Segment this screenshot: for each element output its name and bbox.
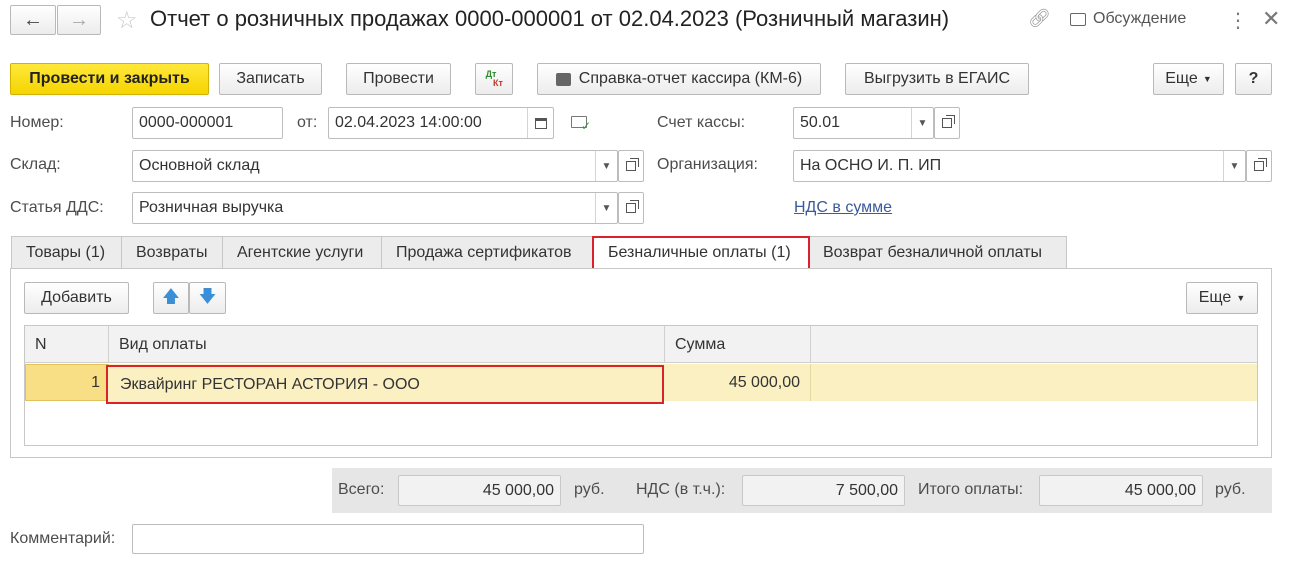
total-value: 45 000,00: [482, 481, 554, 499]
dropdown-arrow-icon[interactable]: ▼: [595, 151, 617, 181]
dds-field[interactable]: Розничная выручка ▼: [132, 192, 618, 224]
tab-certificate-sales[interactable]: Продажа сертификатов: [381, 236, 593, 269]
printer-icon: [555, 72, 571, 86]
tab-goods[interactable]: Товары (1): [11, 236, 122, 269]
payment-total-value: 45 000,00: [1124, 481, 1196, 499]
row-n-cell[interactable]: 1: [25, 364, 109, 401]
dds-label: Статья ДДС:: [10, 199, 104, 216]
tab-cashless-payments[interactable]: Безналичные оплаты (1): [592, 236, 810, 270]
date-value: 02.04.2023 14:00:00: [335, 114, 482, 131]
vat-label: НДС (в т.ч.):: [636, 481, 726, 498]
row-n-value: 1: [91, 373, 100, 391]
star-icon[interactable]: ☆: [116, 6, 138, 35]
dds-value: Розничная выручка: [139, 199, 284, 216]
organization-label: Организация:: [657, 156, 758, 173]
date-field[interactable]: 02.04.2023 14:00:00: [328, 107, 554, 139]
page-title: Отчет о розничных продажах 0000-000001 о…: [150, 6, 950, 31]
cash-account-value: 50.01: [800, 114, 841, 131]
total-field: 45 000,00: [398, 475, 561, 506]
warehouse-field[interactable]: Основной склад ▼: [132, 150, 618, 182]
column-header-amount[interactable]: Сумма: [665, 326, 811, 363]
tab-returns[interactable]: Возвраты: [121, 236, 223, 269]
table-more-button[interactable]: Еще ▼: [1186, 282, 1258, 314]
vat-field: 7 500,00: [742, 475, 905, 506]
arrow-up-icon: 🡅: [162, 286, 180, 306]
post-button[interactable]: Провести: [346, 63, 451, 95]
row-payment-type-cell[interactable]: Эквайринг РЕСТОРАН АСТОРИЯ - ООО: [106, 365, 664, 404]
number-field[interactable]: 0000-000001: [132, 107, 283, 139]
total-unit: руб.: [574, 481, 605, 498]
vat-in-sum-link[interactable]: НДС в сумме: [794, 199, 892, 217]
open-icon: [626, 158, 639, 171]
save-button[interactable]: Записать: [219, 63, 322, 95]
column-header-payment-type[interactable]: Вид оплаты: [109, 326, 665, 363]
post-and-close-button[interactable]: Провести и закрыть: [10, 63, 209, 95]
warehouse-label: Склад:: [10, 156, 61, 173]
forward-button[interactable]: →: [57, 5, 101, 35]
cash-account-label: Счет кассы:: [657, 114, 746, 131]
dropdown-arrow-icon[interactable]: ▼: [595, 193, 617, 223]
chevron-down-icon: ▼: [1236, 293, 1246, 303]
row-amount-cell[interactable]: 45 000,00: [665, 364, 811, 401]
open-icon: [942, 115, 955, 128]
check-icon: ✓: [581, 119, 592, 133]
kebab-menu-icon[interactable]: ⋮: [1228, 8, 1248, 33]
open-icon: [626, 200, 639, 213]
open-dds-button[interactable]: [618, 192, 644, 224]
open-icon: [1254, 158, 1267, 171]
dropdown-arrow-icon[interactable]: ▼: [911, 108, 933, 138]
dt-kt-button[interactable]: Дт Кт: [475, 63, 513, 95]
arrow-down-icon: 🡇: [198, 286, 217, 306]
cashier-report-label: Справка-отчет кассира (КМ-6): [578, 70, 803, 87]
payment-total-label: Итого оплаты:: [918, 481, 1024, 498]
cashier-report-button[interactable]: Справка-отчет кассира (КМ-6): [537, 63, 821, 95]
dropdown-arrow-icon[interactable]: ▼: [1223, 151, 1245, 181]
add-button[interactable]: Добавить: [24, 282, 129, 314]
more-label: Еще: [1165, 70, 1198, 87]
help-button[interactable]: ?: [1235, 63, 1272, 95]
link-icon[interactable]: 🔗︎: [1028, 8, 1051, 29]
organization-value: На ОСНО И. П. ИП: [800, 157, 942, 174]
number-value: 0000-000001: [139, 114, 234, 131]
tab-agent-services[interactable]: Агентские услуги: [222, 236, 382, 269]
payment-total-field: 45 000,00: [1039, 475, 1203, 506]
close-icon[interactable]: ✕: [1262, 6, 1280, 32]
calendar-icon[interactable]: [527, 108, 553, 138]
discussion-button[interactable]: Обсуждение: [1070, 10, 1186, 28]
comment-label: Комментарий:: [10, 530, 116, 547]
table-more-label: Еще: [1198, 289, 1232, 306]
warehouse-value: Основной склад: [139, 157, 260, 174]
number-label: Номер:: [10, 114, 64, 131]
chat-icon: [1070, 12, 1086, 26]
row-payment-type-value: Эквайринг РЕСТОРАН АСТОРИЯ - ООО: [120, 375, 420, 393]
kt-label: Кт: [493, 78, 503, 88]
move-down-button[interactable]: 🡇: [189, 282, 226, 314]
organization-field[interactable]: На ОСНО И. П. ИП ▼: [793, 150, 1246, 182]
arrow-right-icon: →: [69, 8, 89, 31]
egais-export-button[interactable]: Выгрузить в ЕГАИС: [845, 63, 1029, 95]
comment-input[interactable]: [132, 524, 644, 554]
total-label: Всего:: [338, 481, 385, 498]
back-button[interactable]: ←: [10, 5, 56, 35]
tab-cashless-returns[interactable]: Возврат безналичной оплаты: [808, 236, 1067, 269]
column-header-n[interactable]: N: [25, 326, 109, 363]
arrow-left-icon: ←: [23, 8, 43, 31]
cash-account-field[interactable]: 50.01 ▼: [793, 107, 934, 139]
more-button[interactable]: Еще ▼: [1153, 63, 1224, 95]
row-amount-value: 45 000,00: [728, 373, 800, 391]
open-organization-button[interactable]: [1246, 150, 1272, 182]
chevron-down-icon: ▼: [1202, 74, 1212, 84]
discussion-label: Обсуждение: [1093, 10, 1187, 27]
open-warehouse-button[interactable]: [618, 150, 644, 182]
payment-total-unit: руб.: [1215, 481, 1246, 498]
move-up-button[interactable]: 🡅: [153, 282, 189, 314]
open-cash-account-button[interactable]: [934, 107, 960, 139]
vat-value: 7 500,00: [835, 481, 898, 499]
date-label: от:: [297, 114, 318, 131]
